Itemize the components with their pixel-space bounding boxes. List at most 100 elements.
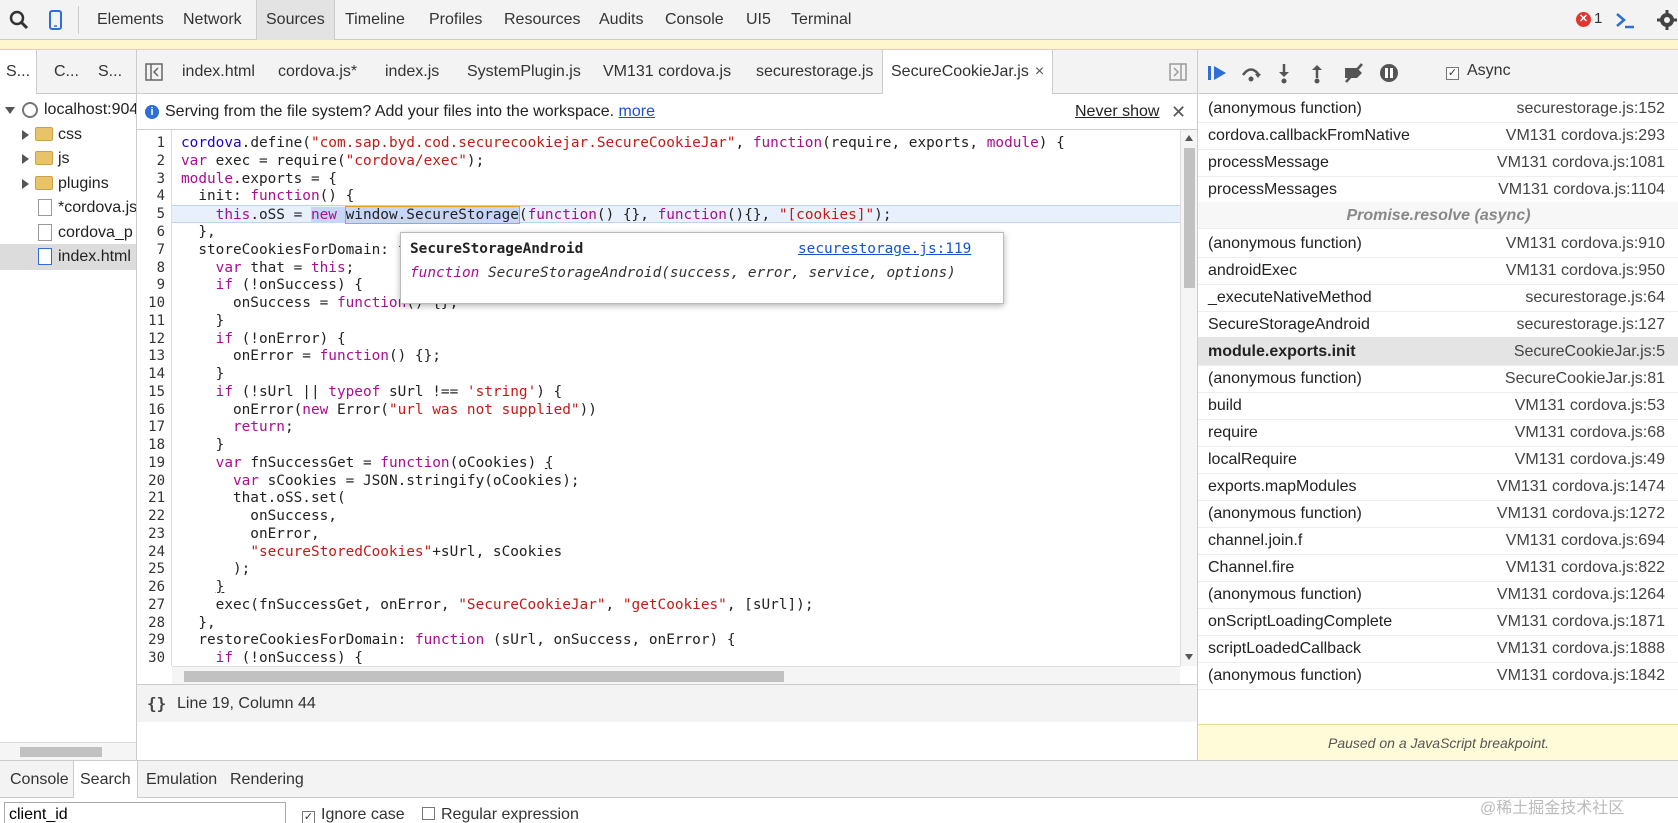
navigator-scrollbar[interactable] [0, 742, 136, 760]
code-line[interactable]: if (!sUrl || typeof sUrl !== 'string') { [181, 383, 563, 401]
code-line[interactable]: }, [181, 223, 215, 241]
frame-location[interactable]: VM131 cordova.js:1871 [1497, 607, 1665, 636]
frame-location[interactable]: VM131 cordova.js:694 [1506, 526, 1665, 555]
call-frame[interactable]: (anonymous function) securestorage.js:152 [1198, 94, 1678, 123]
drawer-tab-emulation[interactable]: Emulation [140, 761, 223, 798]
line-number[interactable]: 18 [148, 436, 165, 454]
call-frame[interactable]: exports.mapModules VM131 cordova.js:1474 [1198, 472, 1678, 501]
frame-location[interactable]: securestorage.js:127 [1516, 310, 1665, 339]
line-number[interactable]: 28 [148, 614, 165, 632]
frame-location[interactable]: VM131 cordova.js:53 [1515, 391, 1665, 420]
frame-location[interactable]: VM131 cordova.js:950 [1506, 256, 1665, 285]
drawer-tab-rendering[interactable]: Rendering [224, 761, 310, 798]
error-icon[interactable]: ✕ [1576, 12, 1591, 27]
call-frame[interactable]: require VM131 cordova.js:68 [1198, 418, 1678, 447]
navigator-tab-snippets[interactable]: S... [92, 50, 128, 94]
line-number[interactable]: 14 [148, 365, 165, 383]
file-tab-securecookiejar-js[interactable]: SecureCookieJar.js × [882, 50, 1054, 95]
line-number[interactable]: 9 [157, 276, 165, 294]
file-tab-systemplugin-js[interactable]: SystemPlugin.js [459, 50, 589, 94]
call-frame[interactable]: cordova.callbackFromNative VM131 cordova.… [1198, 121, 1678, 150]
line-number[interactable]: 29 [148, 631, 165, 649]
async-checkbox[interactable]: ✓ Async [1446, 62, 1511, 80]
frame-location[interactable]: VM131 cordova.js:1272 [1497, 499, 1665, 528]
console-drawer-icon[interactable] [1614, 9, 1636, 31]
code-line[interactable]: cordova.define("com.sap.byd.cod.secureco… [181, 134, 1065, 152]
code-line[interactable]: }, [181, 614, 215, 632]
tree-file-index-html[interactable]: index.html [0, 244, 136, 270]
frame-location[interactable]: VM131 cordova.js:1104 [1498, 175, 1665, 204]
frame-location[interactable]: VM131 cordova.js:49 [1515, 445, 1665, 474]
line-number[interactable]: 5 [157, 205, 165, 223]
line-number[interactable]: 1 [157, 134, 165, 152]
line-number[interactable]: 26 [148, 578, 165, 596]
line-number[interactable]: 6 [157, 223, 165, 241]
call-frame[interactable]: (anonymous function) SecureCookieJar.js:8… [1198, 364, 1678, 393]
line-number[interactable]: 2 [157, 152, 165, 170]
resume-icon[interactable] [1206, 62, 1228, 84]
call-frame[interactable]: (anonymous function) VM131 cordova.js:910 [1198, 229, 1678, 258]
code-line[interactable]: "secureStoredCookies"+sUrl, sCookies [181, 543, 562, 561]
call-frame[interactable]: androidExec VM131 cordova.js:950 [1198, 256, 1678, 285]
call-frame[interactable]: module.exports.init SecureCookieJar.js:5 [1198, 337, 1678, 366]
line-number[interactable]: 30 [148, 649, 165, 666]
call-frame[interactable]: Channel.fire VM131 cordova.js:822 [1198, 553, 1678, 582]
code-line[interactable]: if (!onError) { [181, 330, 346, 348]
tab-terminal[interactable]: Terminal [782, 0, 860, 40]
never-show-link[interactable]: Never show [1075, 94, 1159, 130]
call-frame[interactable]: _executeNativeMethod securestorage.js:64 [1198, 283, 1678, 312]
line-number[interactable]: 20 [148, 472, 165, 490]
file-tab-vm131-cordova-js[interactable]: VM131 cordova.js [595, 50, 739, 94]
tab-ui5[interactable]: UI5 [737, 0, 780, 40]
frame-location[interactable]: securestorage.js:64 [1525, 283, 1665, 312]
search-icon[interactable] [8, 9, 30, 31]
line-number[interactable]: 24 [148, 543, 165, 561]
popover-source-link[interactable]: securestorage.js:119 [798, 241, 971, 257]
file-tab-index-html[interactable]: index.html [174, 50, 263, 94]
code-line[interactable]: var exec = require("cordova/exec"); [181, 152, 484, 170]
tab-sources[interactable]: Sources [256, 0, 335, 40]
tree-file-cordova[interactable]: *cordova.js [0, 195, 136, 221]
scrollbar-thumb[interactable] [20, 747, 102, 757]
code-line-current[interactable]: this.oSS = new window.SecureStorage(func… [172, 205, 1180, 224]
line-number[interactable]: 10 [148, 294, 165, 312]
frame-location[interactable]: VM131 cordova.js:1474 [1497, 472, 1665, 501]
tree-folder-plugins[interactable]: plugins [0, 171, 136, 197]
code-line[interactable]: onError, [181, 525, 319, 543]
checkbox-checked-icon[interactable]: ✓ [1446, 67, 1459, 80]
tree-folder-css[interactable]: css [0, 122, 136, 148]
call-frame[interactable]: SecureStorageAndroid securestorage.js:127 [1198, 310, 1678, 339]
step-over-icon[interactable] [1240, 62, 1262, 84]
line-number[interactable]: 17 [148, 418, 165, 436]
navigator-tab-content-scripts[interactable]: C... [48, 50, 85, 94]
call-frame[interactable]: (anonymous function) VM131 cordova.js:127… [1198, 499, 1678, 528]
frame-location[interactable]: securestorage.js:152 [1516, 94, 1665, 123]
call-frame[interactable]: processMessages VM131 cordova.js:1104 [1198, 175, 1678, 204]
checkbox-checked-icon[interactable]: ✓ [302, 811, 315, 823]
ignore-case-option[interactable]: ✓ Ignore case [302, 806, 405, 823]
settings-gear-icon[interactable] [1656, 9, 1678, 31]
frame-location[interactable]: VM131 cordova.js:1264 [1497, 580, 1665, 609]
scroll-down-arrow-icon[interactable] [1185, 654, 1193, 660]
tree-host[interactable]: localhost:904 [0, 97, 136, 123]
tab-timeline[interactable]: Timeline [336, 0, 414, 40]
line-number[interactable]: 22 [148, 507, 165, 525]
frame-location[interactable]: SecureCookieJar.js:5 [1514, 337, 1665, 366]
code-line[interactable]: module.exports = { [181, 170, 337, 188]
tree-folder-js[interactable]: js [0, 146, 136, 172]
close-tab-icon[interactable]: × [1035, 63, 1044, 80]
line-number[interactable]: 11 [148, 312, 165, 330]
line-number[interactable]: 23 [148, 525, 165, 543]
code-line[interactable]: var fnSuccessGet = function(oCookies) { [181, 454, 554, 472]
step-out-icon[interactable] [1306, 62, 1328, 84]
tab-elements[interactable]: Elements [88, 0, 173, 40]
code-line[interactable]: exec(fnSuccessGet, onError, "SecureCooki… [181, 596, 814, 614]
pretty-print-button[interactable]: {} [147, 685, 166, 723]
line-number[interactable]: 13 [148, 347, 165, 365]
code-line[interactable]: return; [181, 418, 294, 436]
checkbox-unchecked-icon[interactable] [422, 807, 435, 820]
scrollbar-thumb[interactable] [184, 671, 784, 682]
frame-location[interactable]: VM131 cordova.js:1888 [1497, 634, 1665, 663]
file-tab-index-js[interactable]: index.js [377, 50, 447, 94]
expand-arrow-icon[interactable] [5, 107, 15, 114]
